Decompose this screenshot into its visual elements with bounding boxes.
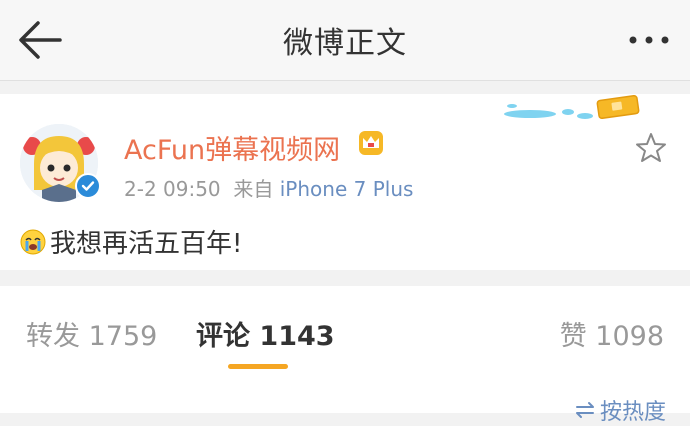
tab-like-count: 1098	[595, 321, 664, 352]
post-time: 2-2 09:50	[124, 177, 221, 201]
crown-badge-icon[interactable]	[358, 130, 384, 156]
sort-by-hot-button[interactable]: 按热度	[574, 394, 666, 426]
card-decoration-icon	[504, 94, 640, 120]
star-icon	[636, 133, 666, 162]
tab-repost-count: 1759	[88, 321, 158, 352]
active-tab-indicator	[228, 364, 288, 369]
tab-repost[interactable]: 转发 1759	[26, 314, 157, 353]
tab-like[interactable]: 赞 1098	[560, 314, 664, 353]
username[interactable]: AcFun弹幕视频网	[124, 128, 340, 167]
page-title: 微博正文	[283, 26, 407, 61]
device-link[interactable]: iPhone 7 Plus	[280, 177, 414, 201]
post-content: 我想再活五百年!	[20, 223, 242, 260]
source-prefix: 来自	[233, 177, 274, 201]
checkmark-icon	[81, 181, 95, 191]
post-text: 我想再活五百年!	[50, 229, 243, 259]
favorite-button[interactable]	[634, 131, 668, 165]
tab-comment-label: 评论	[196, 321, 250, 352]
more-button[interactable]	[624, 26, 674, 54]
sort-label: 按热度	[599, 400, 666, 425]
crying-emoji-icon	[20, 229, 46, 254]
post-meta: 2-2 09:50 来自 iPhone 7 Plus	[124, 173, 413, 202]
tab-repost-label: 转发	[26, 321, 80, 352]
verified-badge	[75, 173, 101, 199]
tab-like-label: 赞	[559, 321, 587, 352]
post-card: AcFun弹幕视频网 2-2 09:50 来自 iPhone 7 Plus 我想…	[0, 94, 690, 270]
more-dots-icon	[629, 36, 669, 44]
sort-icon	[575, 402, 594, 418]
tab-comment-count: 1143	[259, 321, 335, 352]
tab-comment[interactable]: 评论 1143	[196, 314, 335, 353]
post-tabs: 转发 1759 评论 1143 赞 1098	[0, 286, 690, 372]
sort-row: 按热度	[0, 372, 690, 425]
top-bar: 微博正文	[0, 0, 690, 81]
